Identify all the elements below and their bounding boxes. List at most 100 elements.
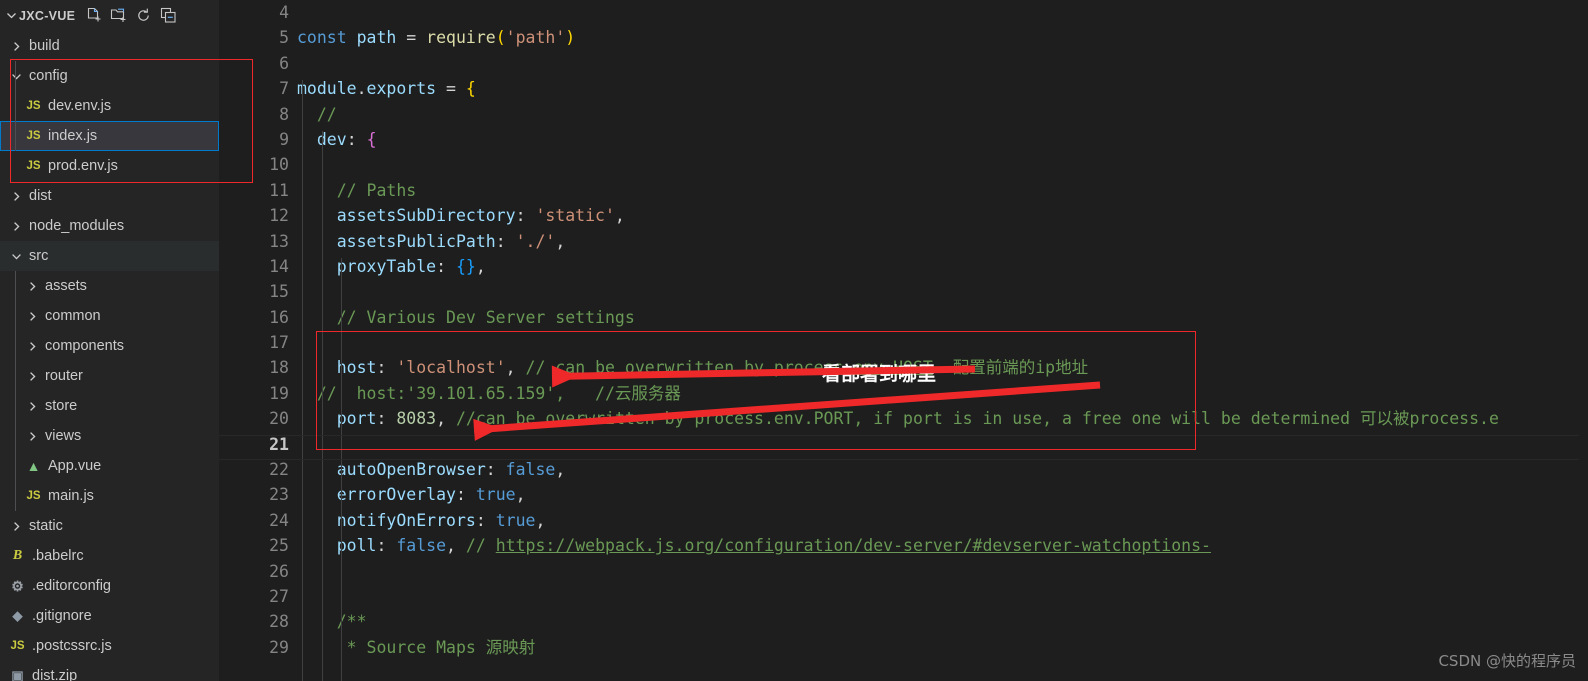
tree-item-label: assets — [45, 278, 87, 294]
chevron-right-icon[interactable] — [7, 41, 25, 52]
tree-item-label: dist — [29, 188, 52, 204]
chevron-right-icon[interactable] — [7, 191, 25, 202]
tree-item-views[interactable]: views — [0, 421, 219, 451]
code-token: can be overwritten by process.env.HOST — [555, 358, 933, 378]
code-token: host — [336, 358, 377, 378]
tree-item-dist-zip[interactable]: ▣ dist.zip — [0, 661, 219, 681]
line-number: 4 — [279, 3, 289, 22]
indent-guide — [15, 271, 16, 511]
code-content[interactable]: const path = require('path') module.expo… — [297, 0, 1588, 660]
tree-item-label: build — [29, 38, 60, 54]
file-tree[interactable]: build config JS dev.env.js JS index.js JS prod.… — [0, 31, 219, 681]
tree-item--editorconfig[interactable]: ⚙ .editorconfig — [0, 571, 219, 601]
new-folder-icon[interactable] — [110, 7, 127, 24]
code-line[interactable]: const path = require('path') — [297, 25, 1588, 50]
code-token: notifyOnErrors — [336, 510, 476, 530]
line-number: 27 — [269, 586, 289, 606]
code-line[interactable] — [297, 152, 1588, 177]
code-token: errorOverlay — [336, 485, 456, 505]
chevron-down-icon[interactable] — [7, 251, 25, 262]
code-token: , — [475, 256, 486, 276]
code-line[interactable]: // Various Dev Server settings — [297, 305, 1588, 330]
code-line[interactable]: proxyTable: {}, — [297, 254, 1588, 279]
tree-item-label: components — [45, 338, 124, 354]
tree-item-main-js[interactable]: JS main.js — [0, 481, 219, 511]
code-token: : — [436, 256, 456, 276]
code-token: poll — [336, 536, 377, 556]
code-line[interactable]: assetsSubDirectory: 'static', — [297, 203, 1588, 228]
chevron-right-icon[interactable] — [7, 521, 25, 532]
chevron-right-icon[interactable] — [23, 281, 41, 292]
explorer-header: JXC-VUE — [0, 0, 219, 31]
chevron-down-icon[interactable] — [3, 8, 19, 24]
code-line[interactable] — [297, 432, 1588, 457]
chevron-right-icon[interactable] — [23, 341, 41, 352]
tree-item-config[interactable]: config — [0, 61, 219, 91]
tree-item-dist[interactable]: dist — [0, 181, 219, 211]
line-number: 24 — [269, 510, 289, 530]
collapse-all-icon[interactable] — [160, 7, 177, 24]
code-line[interactable]: port: 8083, //can be overwritten by proc… — [297, 406, 1588, 431]
refresh-icon[interactable] — [135, 7, 152, 24]
tree-item-store[interactable]: store — [0, 391, 219, 421]
code-token: // Paths — [297, 180, 417, 200]
line-number: 5 — [279, 28, 289, 48]
tree-item-common[interactable]: common — [0, 301, 219, 331]
chevron-down-icon[interactable] — [7, 71, 25, 82]
chevron-right-icon[interactable] — [23, 311, 41, 322]
tree-item--postcssrc-js[interactable]: JS .postcssrc.js — [0, 631, 219, 661]
chevron-right-icon[interactable] — [7, 221, 25, 232]
tree-item-label: common — [45, 308, 101, 324]
code-line[interactable]: poll: false, // https://webpack.js.org/c… — [297, 533, 1588, 558]
tree-item-app-vue[interactable]: ▲ App.vue — [0, 451, 219, 481]
explorer-actions — [85, 7, 177, 24]
code-token: . — [356, 79, 367, 99]
code-token: , — [535, 510, 546, 530]
js-file-icon: JS — [10, 640, 25, 652]
chevron-right-icon[interactable] — [23, 401, 41, 412]
code-line[interactable] — [297, 279, 1588, 304]
tree-item-prod-env-js[interactable]: JS prod.env.js — [0, 151, 219, 181]
code-line[interactable] — [297, 51, 1588, 76]
code-line[interactable] — [297, 330, 1588, 355]
chevron-right-icon[interactable] — [23, 371, 41, 382]
code-line[interactable] — [297, 559, 1588, 584]
code-line[interactable]: * Source Maps 源映射 — [297, 635, 1588, 660]
code-line[interactable]: module.exports = { — [297, 76, 1588, 101]
tree-item-router[interactable]: router — [0, 361, 219, 391]
explorer-sidebar: JXC-VUE build config JS dev.env.js JS in… — [0, 0, 219, 681]
chevron-right-icon[interactable] — [23, 431, 41, 442]
code-line[interactable]: host: 'localhost', // can be overwritten… — [297, 355, 1588, 380]
tree-item-build[interactable]: build — [0, 31, 219, 61]
gear-file-icon: ⚙ — [11, 577, 24, 594]
code-line[interactable]: autoOpenBrowser: false, — [297, 457, 1588, 482]
code-editor[interactable]: 4 5 6 7 8 9 10 11 12 13 14 15 16 17 18 19 20 21 22 23 24 25 26… — [219, 0, 1588, 681]
new-file-icon[interactable] — [85, 7, 102, 24]
code-token: assetsPublicPath — [336, 231, 496, 251]
code-line[interactable]: errorOverlay: true, — [297, 482, 1588, 507]
tree-item-node-modules[interactable]: node_modules — [0, 211, 219, 241]
code-token: /** — [297, 612, 367, 632]
code-token: 'localhost' — [396, 358, 506, 378]
tree-item--babelrc[interactable]: B .babelrc — [0, 541, 219, 571]
code-line[interactable]: /** — [297, 609, 1588, 634]
code-token: {} — [455, 256, 476, 276]
code-line[interactable] — [297, 584, 1588, 609]
tree-item--gitignore[interactable]: ◆ .gitignore — [0, 601, 219, 631]
tree-item-src[interactable]: src — [0, 241, 219, 271]
code-line[interactable]: dev: { — [297, 127, 1588, 152]
code-line[interactable]: assetsPublicPath: './', — [297, 229, 1588, 254]
tree-item-components[interactable]: components — [0, 331, 219, 361]
vscode-window: JXC-VUE build config JS dev.env.js JS in… — [0, 0, 1588, 681]
tree-item-dev-env-js[interactable]: JS dev.env.js — [0, 91, 219, 121]
tree-item-label: store — [45, 398, 78, 414]
code-line[interactable]: // host:'39.101.65.159', //云服务器 — [297, 381, 1588, 406]
code-token: { — [465, 79, 476, 99]
code-line[interactable]: // — [297, 102, 1588, 127]
tree-item-assets[interactable]: assets — [0, 271, 219, 301]
code-line[interactable]: // Paths — [297, 178, 1588, 203]
tree-item-index-js[interactable]: JS index.js — [0, 121, 219, 151]
code-line[interactable] — [297, 0, 1588, 25]
tree-item-static[interactable]: static — [0, 511, 219, 541]
code-line[interactable]: notifyOnErrors: true, — [297, 508, 1588, 533]
